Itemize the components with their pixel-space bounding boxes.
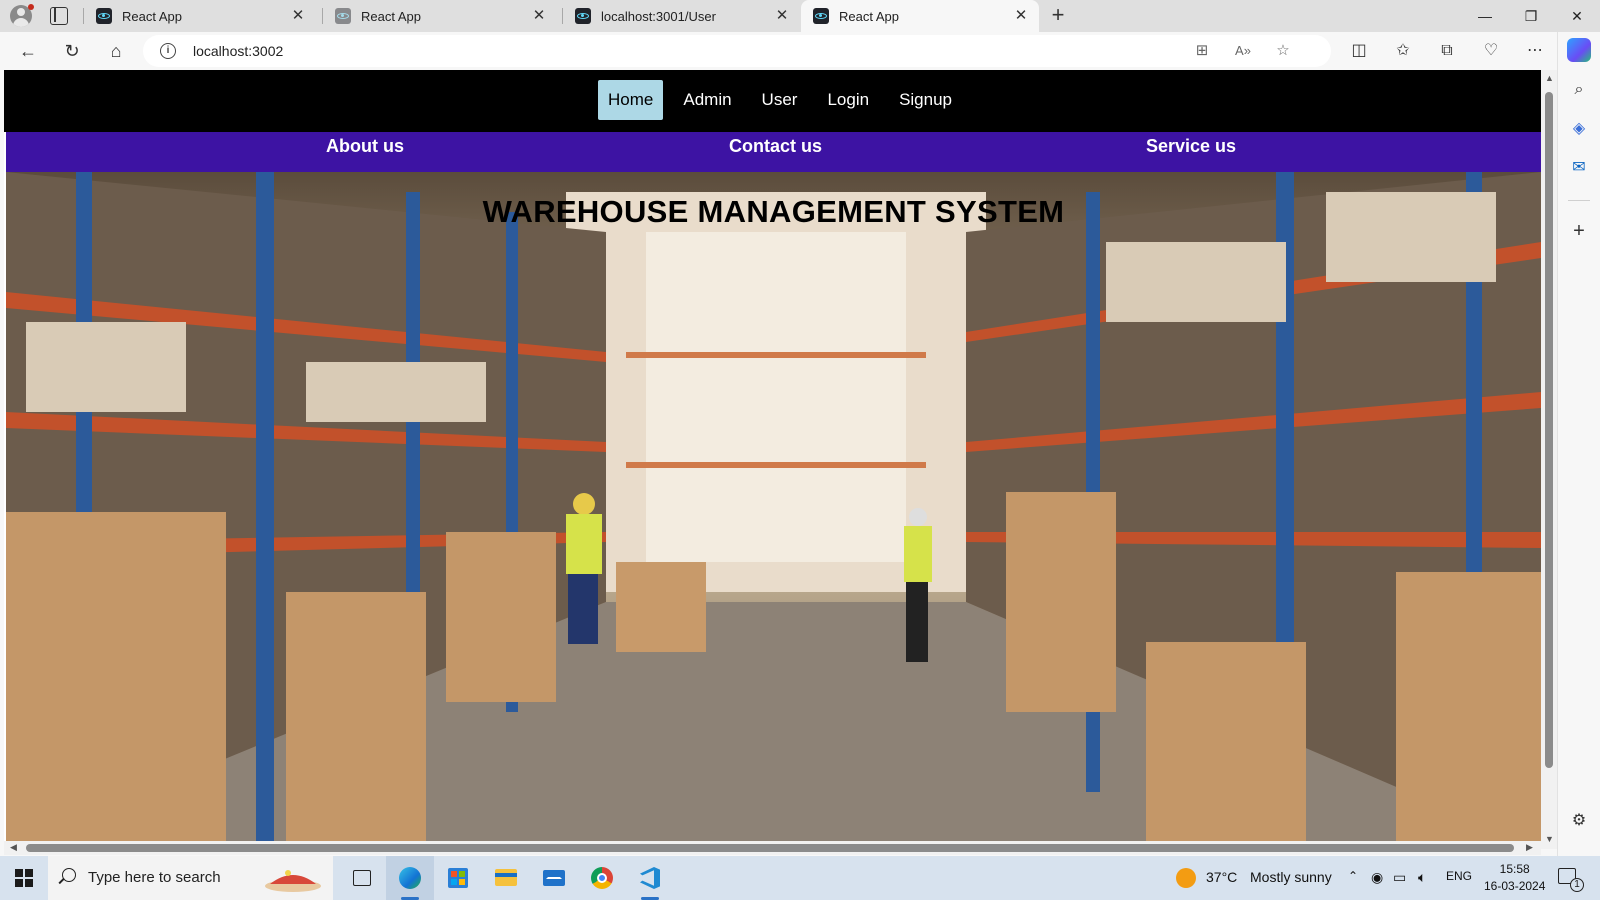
windows-taskbar: Type here to search 37°C Mostly sunny ⌃ … [0,856,1600,900]
back-light [646,232,906,562]
notification-dot-icon [28,4,34,10]
close-window-icon[interactable]: ✕ [1554,0,1600,32]
clock-date: 16-03-2024 [1484,879,1546,893]
secondary-navbar: About us Contact us Service us [6,132,1541,172]
tab-title: localhost:3001/User [601,8,716,24]
site-info-icon[interactable]: i [160,43,176,59]
add-icon[interactable]: + [1568,220,1590,242]
favorites-icon[interactable]: ✩ [1393,41,1413,61]
nav-link-signup[interactable]: Signup [889,80,962,120]
file-explorer-icon[interactable] [482,856,530,900]
discover-icon[interactable]: ◈ [1568,118,1590,140]
language-indicator[interactable]: ENG [1446,869,1472,883]
horizontal-scrollbar[interactable]: ◀ ▶ [4,841,1541,855]
pallet-boxes [616,562,706,652]
show-hidden-icons-icon[interactable]: ⌃ [1348,869,1358,883]
warehouse-hero-image: WAREHOUSE MANAGEMENT SYSTEM [6,172,1541,849]
service-us-link[interactable]: Service us [1146,136,1236,157]
scroll-right-icon[interactable]: ▶ [1526,842,1533,853]
close-tab-icon[interactable]: ✕ [290,8,306,24]
read-aloud-icon[interactable]: A» [1233,41,1253,61]
browser-tab-1[interactable]: React App ✕ [84,0,316,32]
taskbar-search-box[interactable]: Type here to search [48,856,333,900]
split-screen-icon[interactable]: ◫ [1349,41,1369,61]
refresh-icon[interactable]: ↻ [58,37,86,65]
scroll-left-icon[interactable]: ◀ [10,842,17,853]
nav-link-admin[interactable]: Admin [673,80,741,120]
app-available-icon[interactable]: ⊞ [1192,41,1212,61]
react-icon [96,8,112,24]
more-options-icon[interactable]: ⋯ [1525,41,1545,61]
browser-essentials-icon[interactable]: ♡ [1481,41,1501,61]
restore-icon[interactable]: ❐ [1508,0,1554,32]
search-highlight-art-icon [265,870,321,892]
address-bar[interactable]: i localhost:3002 ⊞ A» ☆ [143,35,1331,67]
weather-condition[interactable]: Mostly sunny [1250,869,1332,885]
mail-icon[interactable] [530,856,578,900]
chrome-icon[interactable] [578,856,626,900]
react-icon [575,8,591,24]
top-navbar: Home Admin User Login Signup [4,70,1541,132]
close-tab-icon[interactable]: ✕ [774,8,790,24]
vertical-scroll-thumb[interactable] [1545,92,1553,768]
about-us-link[interactable]: About us [326,136,404,157]
nav-link-login[interactable]: Login [817,80,879,120]
scroll-up-icon[interactable]: ▲ [1545,73,1554,83]
tab-title: React App [839,8,899,24]
browser-tab-3[interactable]: localhost:3001/User ✕ [563,0,800,32]
worker-left [566,493,602,644]
url-text[interactable]: localhost:3002 [193,43,283,59]
react-icon [813,8,829,24]
worker-right [904,508,932,662]
nav-link-home[interactable]: Home [598,80,664,120]
close-tab-icon[interactable]: ✕ [1013,8,1029,24]
close-tab-icon[interactable]: ✕ [531,8,547,24]
task-view-icon[interactable] [338,856,386,900]
notification-count: 1 [1570,878,1584,892]
horizontal-scroll-thumb[interactable] [26,844,1514,852]
weather-sun-icon[interactable] [1176,868,1196,888]
taskbar-clock[interactable]: 15:58 16-03-2024 [1484,861,1545,895]
vscode-icon[interactable] [626,856,674,900]
home-icon[interactable]: ⌂ [102,37,130,65]
scroll-down-icon[interactable]: ▼ [1545,834,1554,844]
warehouse-illustration [6,172,1541,849]
tab-title: React App [361,8,421,24]
weather-temperature[interactable]: 37°C [1206,869,1237,885]
microsoft-store-icon[interactable] [434,856,482,900]
collections-icon[interactable]: ⧉ [1437,41,1457,61]
minimize-icon[interactable]: — [1462,0,1508,32]
sidebar-divider [1568,200,1590,201]
network-icon[interactable]: ▭ [1393,869,1406,886]
nav-link-user[interactable]: User [752,80,808,120]
edge-taskbar-icon[interactable] [386,856,434,900]
search-icon[interactable]: ⌕ [1568,79,1590,101]
nav-menu: Home Admin User Login Signup [598,80,972,120]
page-title: WAREHOUSE MANAGEMENT SYSTEM [482,194,1065,229]
search-placeholder: Type here to search [88,869,221,886]
windows-start-icon[interactable] [15,869,33,887]
clock-time: 15:58 [1499,862,1530,876]
tab-title: React App [122,8,182,24]
contact-us-link[interactable]: Contact us [729,136,822,157]
page-viewport: Home Admin User Login Signup About us Co… [4,70,1541,849]
favorite-star-icon[interactable]: ☆ [1273,41,1293,61]
browser-tab-strip: React App ✕ React App ✕ localhost:3001/U… [0,0,1600,32]
vertical-scrollbar[interactable]: ▲ ▼ [1541,70,1557,849]
browser-tab-2[interactable]: React App ✕ [323,0,557,32]
volume-icon[interactable]: 🔈︎ [1418,869,1426,886]
browser-toolbar: ← ↻ ⌂ i localhost:3002 ⊞ A» ☆ ◫ ✩ ⧉ ♡ ⋯ [0,32,1600,70]
react-icon [335,8,351,24]
edge-sidebar: ⌕ ◈ ✉ + ⚙ [1557,32,1600,856]
browser-tab-4-active[interactable]: React App ✕ [801,0,1039,32]
tab-actions-icon[interactable] [50,7,68,25]
settings-gear-icon[interactable]: ⚙ [1568,810,1590,832]
back-icon[interactable]: ← [14,37,42,65]
outlook-icon[interactable]: ✉ [1568,157,1590,179]
new-tab-icon[interactable]: + [1046,4,1070,28]
search-icon [62,868,76,882]
location-icon[interactable]: ◉ [1371,869,1383,886]
copilot-icon[interactable] [1567,38,1591,62]
